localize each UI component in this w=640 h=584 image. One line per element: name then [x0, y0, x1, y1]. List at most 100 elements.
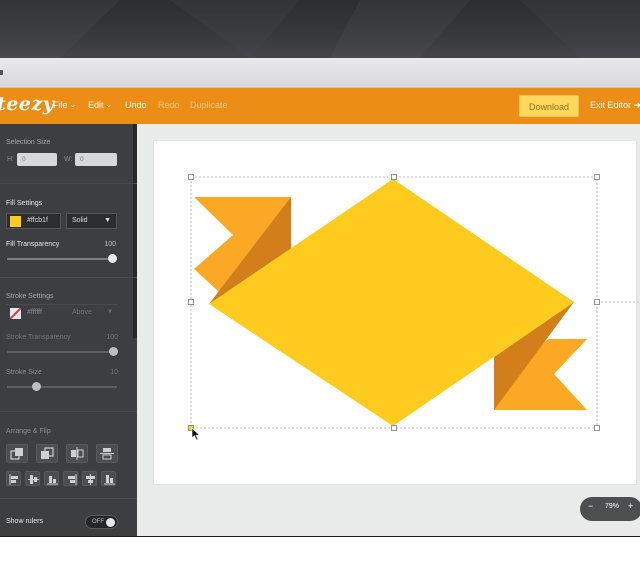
toggle-knob [106, 518, 115, 527]
send-to-back-button[interactable] [36, 444, 58, 463]
duplicate-button[interactable]: Duplicate [190, 100, 228, 110]
chevron-down-icon: ⌄ [69, 100, 77, 109]
fill-settings-title: Fill Settings [6, 200, 43, 207]
desktop-background [0, 0, 640, 58]
stroke-size-handle[interactable] [32, 382, 41, 391]
undo-button[interactable]: Undo [125, 100, 147, 110]
mouse-cursor-icon [191, 427, 201, 441]
fill-color-picker[interactable]: #ffcb1f [6, 213, 61, 229]
properties-sidebar: Selection Size H: 0 W: 0 Fill Settings #… [0, 124, 137, 537]
align-center-vertical-icon [28, 475, 39, 484]
zoom-level: 79% [605, 503, 620, 510]
selection-size-section: Selection Size [0, 139, 133, 146]
fill-transparency-value: 100 [104, 241, 116, 248]
stroke-transparency-value: 100 [106, 334, 118, 341]
fill-style-select[interactable]: Solid ▼ [66, 213, 117, 229]
stroke-color-picker[interactable]: #ffffff [6, 307, 66, 321]
stroke-underline [6, 304, 118, 305]
resize-handle-left[interactable] [188, 299, 194, 305]
resize-handle-top-left[interactable] [188, 174, 194, 180]
fill-transparency-handle[interactable] [108, 254, 117, 263]
resize-handle-bottom-right[interactable] [594, 425, 600, 431]
height-input[interactable]: 0 [17, 153, 57, 166]
send-to-back-icon [41, 447, 54, 459]
align-right-button[interactable] [63, 471, 78, 486]
align-bottom-icon [47, 476, 58, 485]
stroke-settings-title: Stroke Settings [6, 293, 54, 300]
file-menu-label: File [53, 100, 68, 110]
stroke-color-value: #ffffff [27, 309, 42, 316]
flip-vertical-icon [100, 448, 114, 460]
stroke-size-slider[interactable] [7, 386, 117, 388]
arrange-flip-section: Arrange & Flip [0, 428, 133, 435]
height-label: H: [7, 156, 14, 163]
stroke-settings-section: Stroke Settings [0, 293, 133, 300]
toggle-state-text: OFF [92, 519, 104, 525]
stroke-position-select[interactable]: Above ▼ [66, 307, 117, 321]
flip-vertical-button[interactable] [96, 444, 118, 463]
fill-style-value: Solid [72, 217, 88, 224]
flip-horizontal-button[interactable] [66, 444, 88, 463]
exit-editor-button[interactable]: Exit Editor ➜ [590, 100, 640, 111]
stroke-transparency-slider[interactable] [7, 351, 117, 353]
download-button[interactable]: Download [519, 95, 579, 117]
editor-toolbar: teezy File ⌄ Edit ⌄ Undo Redo Duplicate Do… [0, 88, 640, 124]
section-divider [0, 277, 137, 278]
align-bottom-edge-icon [104, 475, 115, 485]
resize-handle-top-right[interactable] [594, 174, 600, 180]
show-rulers-label: Show rulers [6, 518, 43, 525]
no-color-swatch-icon [10, 308, 21, 319]
fill-transparency-slider[interactable] [7, 258, 117, 260]
section-divider [0, 183, 137, 184]
bring-to-front-icon [10, 448, 23, 460]
resize-handle-bottom[interactable] [391, 425, 397, 431]
align-left-icon [9, 474, 18, 485]
fill-transparency-label: Fill Transparency [6, 241, 60, 248]
stroke-transparency-handle[interactable] [109, 347, 118, 356]
window-edge-mark [0, 70, 3, 75]
align-bottom-button[interactable] [44, 471, 59, 486]
bring-to-front-button[interactable] [6, 444, 28, 463]
fill-color-value: #ffcb1f [27, 217, 48, 224]
edit-menu-label: Edit [88, 100, 104, 110]
design-workspace[interactable]: − 79% + [137, 124, 640, 537]
page-background [0, 537, 640, 584]
fill-settings-section: Fill Settings [0, 200, 133, 207]
stroke-transparency-label: Stroke Transparency [6, 334, 71, 341]
align-center-horizontal-icon [86, 474, 95, 485]
align-right-icon [68, 474, 77, 485]
zoom-in-button[interactable]: + [628, 501, 633, 511]
stroke-size-value: 10 [110, 369, 118, 376]
fill-color-swatch [10, 216, 21, 227]
width-label: W: [64, 156, 73, 163]
redo-button[interactable]: Redo [158, 100, 180, 110]
align-top-button[interactable] [25, 471, 40, 486]
section-divider [0, 411, 137, 412]
show-rulers-toggle[interactable]: OFF [85, 515, 118, 529]
file-menu[interactable]: File ⌄ [53, 100, 76, 110]
stroke-size-label: Stroke Size [6, 369, 42, 376]
caret-down-icon: ▼ [107, 309, 113, 315]
exit-editor-label: Exit Editor [590, 100, 632, 110]
align-center-button[interactable] [82, 471, 97, 486]
background-pattern [0, 0, 640, 58]
align-left-button[interactable] [6, 471, 21, 486]
flip-horizontal-icon [71, 447, 84, 460]
align-middle-button[interactable] [101, 471, 116, 486]
edit-menu[interactable]: Edit ⌄ [88, 100, 112, 110]
section-divider [0, 498, 137, 499]
resize-handle-top[interactable] [391, 174, 397, 180]
resize-handle-right[interactable] [594, 299, 600, 305]
zoom-out-button[interactable]: − [588, 501, 593, 511]
brand-logo: teezy [0, 93, 55, 115]
stroke-position-value: Above [72, 309, 92, 316]
window-chrome [0, 58, 640, 88]
arrange-flip-title: Arrange & Flip [6, 428, 51, 435]
selection-size-title: Selection Size [6, 139, 51, 146]
caret-down-icon: ▼ [104, 217, 111, 224]
width-input[interactable]: 0 [75, 153, 117, 166]
arrow-right-icon: ➜ [633, 100, 640, 110]
design-canvas[interactable] [137, 124, 640, 537]
zoom-control: − 79% + [580, 497, 640, 521]
chevron-down-icon: ⌄ [105, 100, 113, 109]
